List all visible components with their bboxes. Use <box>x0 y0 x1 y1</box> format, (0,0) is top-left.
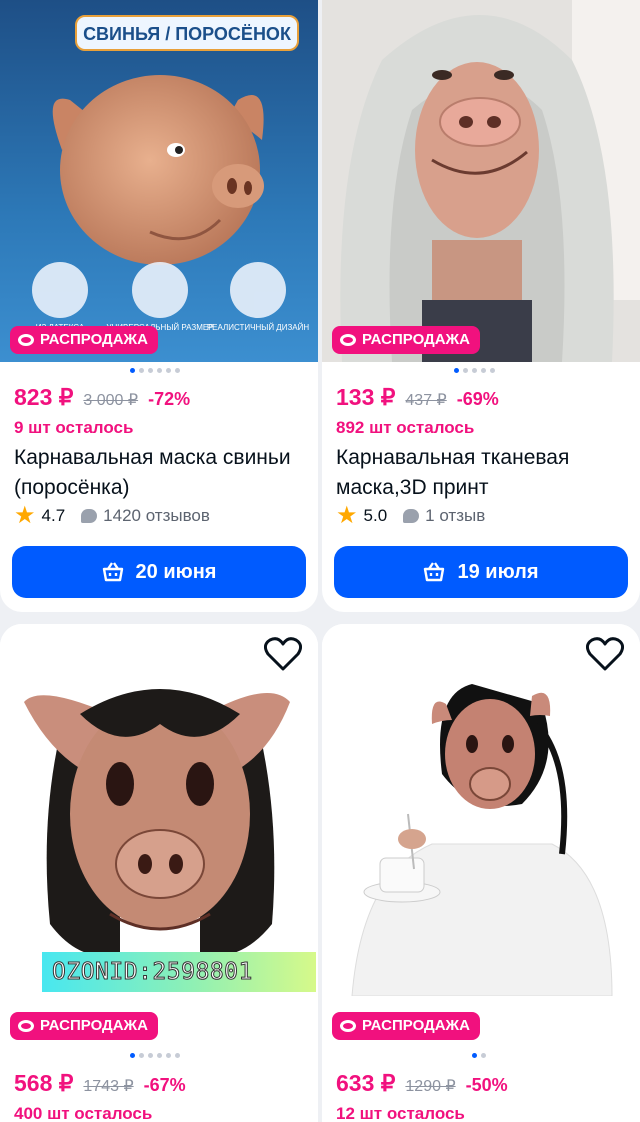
product-title[interactable]: Карнавальная маска свиньи (поросёнка) <box>14 443 310 503</box>
comment-icon <box>403 509 420 523</box>
sale-badge: РАСПРОДАЖА <box>10 326 158 354</box>
price-row: 823 ₽ 3 000 ₽ -72% <box>14 384 190 411</box>
pager-dot <box>157 1053 162 1058</box>
basket-icon <box>424 562 445 582</box>
reviews-count: 1420 отзывов <box>103 506 210 525</box>
product-image[interactable] <box>0 624 318 996</box>
favorite-heart-icon[interactable] <box>263 636 303 672</box>
price: 133 ₽ <box>336 384 396 410</box>
sale-badge: РАСПРОДАЖА <box>332 326 480 354</box>
rating-value: 5.0 <box>363 506 388 525</box>
pager-dot <box>175 368 180 373</box>
svg-text:СВИНЬЯ / ПОРОСЁНОК: СВИНЬЯ / ПОРОСЁНОК <box>83 24 292 44</box>
sale-ring-icon <box>340 1020 356 1032</box>
price-row: 633 ₽ 1290 ₽ -50% <box>336 1070 508 1097</box>
product-card[interactable]: СВИНЬЯ / ПОРОСЁНОК ИЗ ЛАТЕКСА УНИВЕРСАЛЬ… <box>0 0 318 612</box>
pager-dot <box>454 368 459 373</box>
pager-dot <box>481 1053 486 1058</box>
pager-dot <box>472 1053 477 1058</box>
pager-dot <box>472 368 477 373</box>
sale-badge-label: РАСПРОДАЖА <box>362 1017 470 1034</box>
stock-left: 400 шт осталось <box>14 1104 153 1122</box>
delivery-date: 19 июля <box>457 560 539 583</box>
image-watermark: OZONID:2598801 <box>42 952 316 992</box>
pager-dot <box>166 1053 171 1058</box>
rating: ★ 5.0 1 отзыв <box>336 502 486 529</box>
sale-ring-icon <box>18 1020 34 1032</box>
old-price: 3 000 ₽ <box>83 392 139 409</box>
product-image[interactable] <box>322 624 640 996</box>
star-icon: ★ <box>14 502 36 529</box>
pager-dot <box>490 368 495 373</box>
pager-dot <box>139 368 144 373</box>
sale-badge: РАСПРОДАЖА <box>332 1012 480 1040</box>
product-card[interactable]: OZONID:2598801 РАСПРОДАЖА 568 ₽ 1743 ₽ -… <box>0 624 318 1122</box>
product-image[interactable]: СВИНЬЯ / ПОРОСЁНОК ИЗ ЛАТЕКСА УНИВЕРСАЛЬ… <box>0 0 318 362</box>
svg-text:РЕАЛИСТИЧНЫЙ ДИЗАЙН: РЕАЛИСТИЧНЫЙ ДИЗАЙН <box>207 323 310 332</box>
sale-badge-label: РАСПРОДАЖА <box>362 331 470 348</box>
rating-value: 4.7 <box>41 506 66 525</box>
discount: -67% <box>143 1075 186 1095</box>
price-row: 568 ₽ 1743 ₽ -67% <box>14 1070 186 1097</box>
discount: -72% <box>148 389 191 409</box>
favorite-heart-icon[interactable] <box>585 636 625 672</box>
product-grid: СВИНЬЯ / ПОРОСЁНОК ИЗ ЛАТЕКСА УНИВЕРСАЛЬ… <box>0 0 640 1122</box>
delivery-date: 20 июня <box>135 560 217 583</box>
product-title[interactable]: Карнавальная тканевая маска,3D принт <box>336 443 632 503</box>
price: 568 ₽ <box>14 1070 74 1096</box>
pager-dot <box>481 368 486 373</box>
price-row: 133 ₽ 437 ₽ -69% <box>336 384 499 411</box>
pager-dot <box>148 1053 153 1058</box>
pager-dot <box>175 1053 180 1058</box>
price: 633 ₽ <box>336 1070 396 1096</box>
image-pager <box>472 1053 486 1058</box>
sale-badge-label: РАСПРОДАЖА <box>40 1017 148 1034</box>
comment-icon <box>81 509 98 523</box>
product-card[interactable]: РАСПРОДАЖА 133 ₽ 437 ₽ -69% 892 шт остал… <box>322 0 640 612</box>
old-price: 1743 ₽ <box>83 1078 134 1095</box>
pager-dot <box>463 368 468 373</box>
pager-dot <box>157 368 162 373</box>
reviews-count: 1 отзыв <box>425 506 486 525</box>
pager-dot <box>139 1053 144 1058</box>
sale-badge: РАСПРОДАЖА <box>10 1012 158 1040</box>
sale-badge-label: РАСПРОДАЖА <box>40 331 148 348</box>
add-to-cart-button[interactable]: 19 июля <box>334 546 628 598</box>
image-pager <box>130 368 180 373</box>
pager-dot <box>130 368 135 373</box>
basket-icon <box>102 562 123 582</box>
image-pager <box>130 1053 180 1058</box>
product-image[interactable] <box>322 0 640 362</box>
discount: -50% <box>465 1075 508 1095</box>
stock-left: 892 шт осталось <box>336 418 475 437</box>
old-price: 437 ₽ <box>405 392 447 409</box>
pager-dot <box>148 368 153 373</box>
add-to-cart-button[interactable]: 20 июня <box>12 546 306 598</box>
product-card[interactable]: РАСПРОДАЖА 633 ₽ 1290 ₽ -50% 12 шт остал… <box>322 624 640 1122</box>
discount: -69% <box>456 389 499 409</box>
rating: ★ 4.7 1420 отзывов <box>14 502 210 529</box>
pager-dot <box>130 1053 135 1058</box>
price: 823 ₽ <box>14 384 74 410</box>
stock-left: 12 шт осталось <box>336 1104 465 1122</box>
star-icon: ★ <box>336 502 358 529</box>
image-pager <box>454 368 495 373</box>
old-price: 1290 ₽ <box>405 1078 456 1095</box>
pager-dot <box>166 368 171 373</box>
sale-ring-icon <box>18 334 34 346</box>
sale-ring-icon <box>340 334 356 346</box>
stock-left: 9 шт осталось <box>14 418 134 437</box>
